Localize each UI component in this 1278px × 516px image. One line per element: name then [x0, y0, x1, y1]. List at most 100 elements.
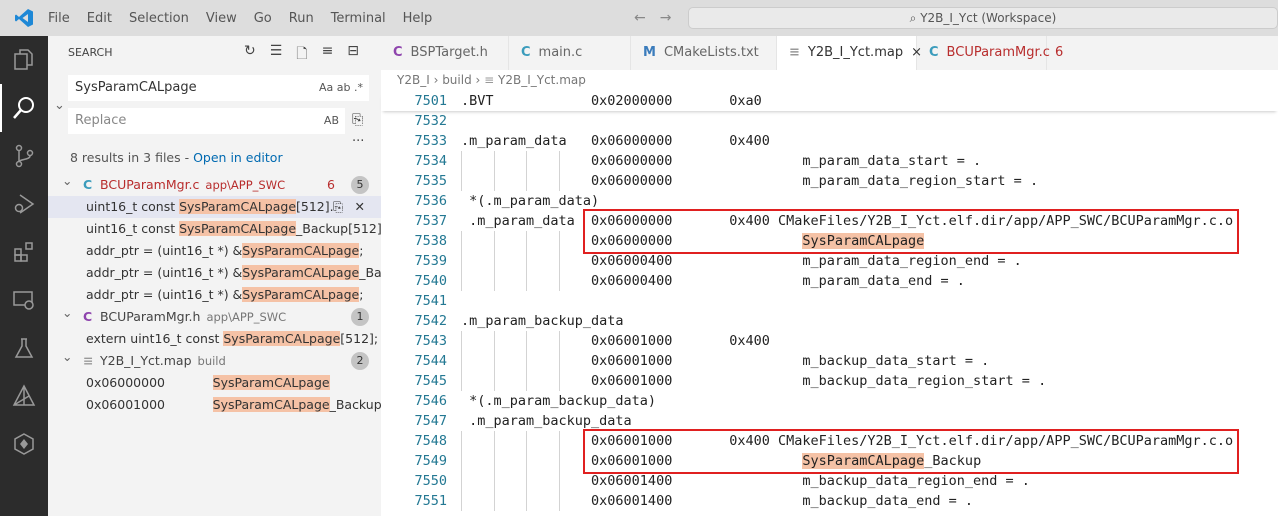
result-match[interactable]: addr_ptr = (uint16_t *) &SysParamCALpage… [48, 240, 381, 262]
breadcrumb-item[interactable]: Y2B_I_Yct.map [498, 73, 586, 87]
code-text: 0x06000400 m_param_data_region_end = . [461, 253, 1022, 269]
result-match[interactable]: 0x06000000 SysParamCALpage [48, 372, 381, 394]
run-debug-icon[interactable] [0, 180, 48, 228]
tab-y2b-i-yct-map[interactable]: ≡ Y2B_I_Yct.map × [777, 36, 922, 70]
line-number: 7539 [414, 253, 447, 269]
menu-item-file[interactable]: File [48, 11, 70, 26]
clear-results-icon[interactable]: ☰ [270, 43, 283, 67]
more-options-button[interactable]: ··· [352, 134, 364, 149]
search-input-value: SysParamCALpage [75, 80, 197, 95]
result-match[interactable]: addr_ptr = (uint16_t *) &SysParamCALpage… [48, 284, 381, 306]
result-file[interactable]: ⌄ ≡ Y2B_I_Yct.map build 2 [48, 349, 381, 372]
breadcrumb-item[interactable]: Y2B_I [397, 73, 430, 87]
match-highlight: SysParamCALpage [242, 287, 360, 302]
result-match[interactable]: 0x06001000 SysParamCALpage_Backup [48, 394, 382, 416]
tab-label: Y2B_I_Yct.map [807, 45, 904, 60]
menu-item-selection[interactable]: Selection [129, 11, 189, 26]
menu-item-run[interactable]: Run [289, 11, 314, 26]
search-icon[interactable] [0, 84, 48, 132]
match-prefix: addr_ptr = (uint16_t *) & [86, 265, 243, 280]
indent-guide [558, 231, 560, 251]
line-number: 7546 [414, 393, 447, 409]
editor-tabs: C BSPTarget.h Cmain.c M CMakeLists.txt ≡ Y2B_I… [381, 36, 1278, 70]
match-suffix: ; [359, 287, 364, 302]
activity-bar [0, 36, 48, 516]
command-center[interactable]: ⌕ Y2B_I_Yct (Workspace) [688, 7, 1278, 29]
result-match[interactable]: addr_ptr = (uint16_t *) &SysParamCALpage… [48, 262, 408, 284]
indent-guide [558, 171, 560, 191]
indent-guide [461, 231, 462, 251]
tab-cmakelists-txt[interactable]: M CMakeLists.txt [631, 36, 777, 70]
code-text: 0x06000400 m_param_data_end = . [461, 273, 965, 289]
problem-badge: 6 [1054, 45, 1064, 60]
replace-icon[interactable]: ⎘ [332, 196, 343, 218]
indent-guide [493, 471, 495, 491]
explorer-icon[interactable] [0, 36, 48, 84]
chevron-right-icon: › [429, 73, 443, 87]
menu-item-help[interactable]: Help [403, 11, 433, 26]
file-type-icon: C [929, 45, 939, 60]
chevron-down-icon[interactable]: ⌄ [62, 346, 72, 368]
replace-input[interactable]: Replace AB [68, 108, 345, 134]
indent-guide [558, 151, 560, 171]
line-text: .m_param_backup_data [461, 411, 632, 431]
code-text: 0x06000000 m_param_data_region_start = . [461, 173, 1039, 189]
menu-item-edit[interactable]: Edit [87, 11, 112, 26]
line-number: 7534 [414, 153, 447, 169]
extensions-icon[interactable] [0, 228, 48, 276]
tab-label: BSPTarget.h [410, 45, 488, 60]
testing-icon[interactable] [0, 324, 48, 372]
code-text: .m_param_backup_data [461, 413, 632, 429]
menu-item-terminal[interactable]: Terminal [331, 11, 386, 26]
tab-bsptarget-h[interactable]: C BSPTarget.h [381, 36, 509, 70]
source-control-icon[interactable] [0, 132, 48, 180]
open-in-editor-link[interactable]: Open in editor [193, 150, 283, 165]
cmake-icon[interactable] [0, 372, 48, 420]
chevron-down-icon[interactable]: ⌄ [62, 302, 72, 324]
menu-item-view[interactable]: View [206, 11, 237, 26]
result-match[interactable]: uint16_t const SysParamCALpage_Backup[51… [48, 218, 412, 240]
replace-all-icon[interactable]: ⎘ [352, 112, 363, 128]
indent-guide [461, 431, 462, 451]
tab-main-c[interactable]: Cmain.c [509, 36, 631, 70]
collapse-all-icon[interactable]: ⊟ [347, 43, 359, 67]
search-options[interactable]: Aa ab .* [319, 75, 363, 101]
new-search-editor-icon[interactable]: 🗋 [296, 43, 307, 67]
forward-button[interactable]: → [660, 10, 672, 26]
match-count-badge: 1 [351, 308, 369, 326]
code-line: 7544 0x06001000 m_backup_data_start = . [381, 351, 1278, 371]
view-as-tree-icon[interactable]: ≡ [322, 43, 334, 67]
result-file[interactable]: ⌄ C BCUParamMgr.c app\APP_SWC 6 5 [48, 173, 381, 196]
line-text: .BVT 0x02000000 0xa0 [461, 91, 762, 111]
indent-guide [526, 471, 527, 491]
indent-guide [461, 151, 462, 171]
code-text: .BVT 0x02000000 0xa0 [461, 93, 762, 109]
code-text: 0x06001400 m_backup_data_end = . [461, 493, 974, 509]
line-number: 7549 [414, 453, 447, 469]
match-prefix: addr_ptr = (uint16_t *) & [86, 287, 243, 302]
line-text: .m_param_data 0x06000000 0x400 [461, 131, 770, 151]
extension-tool-icon[interactable] [0, 420, 48, 468]
line-text: 0x06001000 0x400 [461, 331, 770, 351]
dismiss-icon[interactable]: ✕ [354, 196, 365, 218]
result-match[interactable]: uint16_t const SysParamCALpage[512]... ⎘ ✕ [48, 196, 381, 218]
indent-guide [493, 151, 495, 171]
indent-guide [461, 491, 462, 511]
refresh-icon[interactable]: ↻ [244, 43, 256, 67]
file-path: app\APP_SWC [205, 178, 286, 192]
preserve-case-option[interactable]: AB [324, 108, 339, 134]
remote-explorer-icon[interactable] [0, 276, 48, 324]
indent-guide [461, 371, 462, 391]
chevron-down-icon[interactable]: ⌄ [62, 170, 72, 192]
toggle-replace-chevron-icon[interactable]: ⌄ [54, 98, 65, 113]
breadcrumb-item[interactable]: build [442, 73, 472, 87]
result-match[interactable]: extern uint16_t const SysParamCALpage[51… [48, 328, 381, 350]
menu-item-go[interactable]: Go [254, 11, 272, 26]
match-suffix: [512]; [340, 331, 379, 346]
file-type-icon: ≡ [83, 353, 94, 368]
back-button[interactable]: ← [634, 10, 646, 26]
tab-bcuparammgr-c[interactable]: C BCUParamMgr.c 6 [917, 36, 1063, 70]
vscode-logo-icon [0, 8, 48, 28]
search-input[interactable]: SysParamCALpage Aa ab .* [68, 75, 369, 101]
result-file[interactable]: ⌄ C BCUParamMgr.h app\APP_SWC 1 [48, 305, 381, 328]
